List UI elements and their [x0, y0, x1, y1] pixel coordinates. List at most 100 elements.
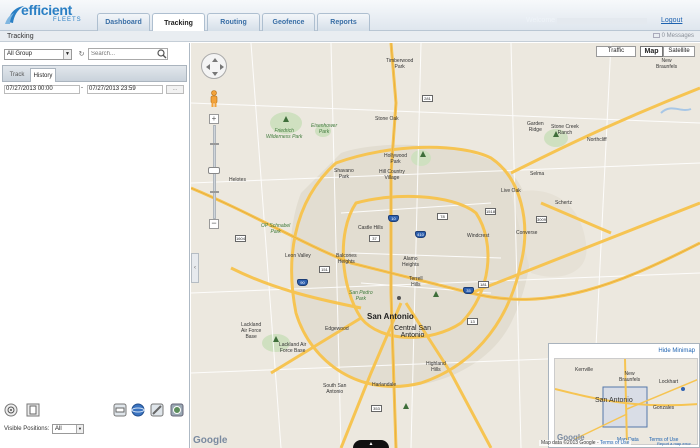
label-op-schnabel-park: OP Schnabel Park — [261, 223, 291, 235]
label-northcliff: Northcliff — [587, 137, 607, 143]
pan-control[interactable] — [201, 53, 227, 79]
google-logo[interactable]: Google — [193, 435, 227, 446]
minimap-label-gonzales: Gonzales — [653, 405, 675, 411]
export-icon[interactable] — [26, 403, 40, 417]
tab-track[interactable]: Track — [6, 68, 28, 82]
tab-history[interactable]: History — [30, 68, 56, 82]
label-hill-country-village: Hill Country Village — [379, 169, 405, 181]
mail-icon — [652, 33, 660, 38]
ruler-icon[interactable] — [150, 403, 164, 417]
welcome-text: Welcome — [526, 17, 556, 24]
highway-shield: 90 — [297, 279, 308, 286]
map-type-map-button[interactable]: Map — [640, 46, 663, 57]
highway-shield: 151 — [319, 266, 330, 273]
attribution-text: Map data ©2013 Google — [541, 440, 596, 446]
label-south-san-antonio: South San Antonio — [323, 383, 347, 395]
label-eisenhower-park: Eisenhower Park — [311, 123, 338, 135]
visible-positions-select[interactable]: All ▼ — [52, 424, 84, 434]
hide-minimap-link[interactable]: Hide Minimap — [658, 348, 695, 354]
highway-shield: 3009 — [536, 216, 547, 223]
logout-link[interactable]: Logout — [661, 17, 682, 24]
zoom-slider-handle[interactable] — [208, 167, 220, 174]
highway-shield: 181 — [478, 281, 489, 288]
zoom-tick — [210, 143, 219, 145]
search-input[interactable] — [88, 48, 168, 60]
label-garden-ridge: Garden Ridge — [527, 121, 544, 133]
visible-positions-value: All — [55, 426, 62, 432]
label-leon-valley: Leon Valley — [285, 253, 311, 259]
label-highland-hills: Highland Hills — [426, 361, 446, 373]
chevron-down-icon: ▼ — [76, 425, 83, 433]
report-map-error-link[interactable]: Report a map error — [657, 441, 691, 446]
section-title: Tracking — [7, 33, 34, 40]
label-schertz: Schertz — [555, 200, 572, 206]
chevron-down-icon: ▼ — [63, 50, 71, 59]
highway-shield: 13 — [467, 318, 478, 325]
traffic-button[interactable]: Traffic — [596, 46, 636, 57]
print-icon[interactable] — [113, 403, 127, 417]
tab-reports[interactable]: Reports — [317, 13, 370, 31]
messages-count: 0 Messages — [661, 33, 694, 39]
map-canvas[interactable]: Timberwood Park New Braunfels Stone Oak Ga… — [191, 43, 700, 448]
label-timberwood-park: Timberwood Park — [386, 58, 414, 70]
label-lackland-afb: Lackland Air Force Base — [279, 342, 307, 354]
overview-minimap[interactable]: Hide Minimap Kerrville New Braunfels Lock… — [548, 343, 700, 448]
highway-shield: 281 — [422, 95, 433, 102]
minimap-label-lockhart: Lockhart — [659, 379, 679, 385]
tab-dashboard[interactable]: Dashboard — [97, 13, 150, 31]
label-san-antonio: San Antonio — [367, 312, 414, 321]
layers-icon[interactable] — [170, 403, 184, 417]
label-friedrich-park: Friedrich Wilderness Park — [266, 128, 303, 140]
main-nav-tabs: Dashboard Tracking Routing Geofence Repo… — [97, 13, 372, 32]
tracking-side-panel: All Group ▼ ↻ Track History 07/27/2013 0… — [0, 43, 190, 448]
date-to-field[interactable]: 07/27/2013 23:59 — [87, 85, 163, 94]
street-view-pegman-icon[interactable] — [208, 90, 220, 108]
highway-shield: 1518 — [485, 208, 496, 215]
label-stone-creek-ranch: Stone Creek Ranch — [551, 124, 579, 136]
tab-tracking[interactable]: Tracking — [152, 13, 205, 32]
label-shavano-park: Shavano Park — [334, 168, 354, 180]
history-search-button[interactable]: ... — [166, 85, 184, 94]
label-central-san-antonio: Central San Antonio — [394, 325, 431, 339]
messages-indicator[interactable]: 0 Messages — [652, 33, 694, 39]
label-alamo-heights: Alamo Heights — [402, 256, 419, 268]
visible-positions-label: Visible Positions: — [4, 426, 50, 432]
minimap-label-new-braunfels: New Braunfels — [619, 371, 641, 383]
map-attribution: Map data ©2013 Google - Terms of Use — [539, 440, 632, 446]
highway-shield: 410 — [415, 231, 426, 238]
date-from-field[interactable]: 07/27/2013 00:00 — [4, 85, 80, 94]
search-icon[interactable] — [157, 49, 167, 59]
playback-icon[interactable] — [4, 403, 18, 417]
label-balcones-heights: Balcones Heights — [336, 253, 357, 265]
label-edgewood: Edgewood — [325, 326, 349, 332]
pan-arrows-icon — [206, 58, 224, 76]
label-terrell-hills: Terrell Hills — [409, 276, 423, 288]
tab-routing[interactable]: Routing — [207, 13, 260, 31]
highway-shield: 35 — [463, 287, 474, 294]
map-type-satellite-button[interactable]: Satellite — [663, 46, 695, 57]
tab-geofence[interactable]: Geofence — [262, 13, 315, 31]
label-castle-hills: Castle Hills — [358, 225, 384, 231]
efficient-fleets-logo[interactable]: efficient FLEETS — [4, 1, 94, 29]
globe-icon[interactable] — [131, 403, 145, 417]
date-separator: - — [81, 85, 83, 91]
expand-bottom-chevron-icon[interactable]: ▲ — [353, 440, 389, 448]
label-helotes: Helotes — [229, 177, 246, 183]
group-select[interactable]: All Group ▼ — [4, 49, 72, 60]
label-selma: Selma — [530, 171, 545, 177]
minimap-canvas[interactable]: Kerrville New Braunfels Lockhart San Anto… — [554, 358, 698, 445]
label-hollywood-park: Hollywood Park — [384, 153, 408, 165]
label-stone-oak: Stone Oak — [375, 116, 399, 122]
zoom-in-button[interactable]: + — [209, 114, 219, 124]
group-select-value: All Group — [7, 51, 33, 57]
highway-shield: 10 — [388, 215, 399, 222]
collapse-panel-chevron-icon[interactable]: ‹ — [191, 253, 199, 283]
panel-toolbar — [2, 403, 188, 421]
terms-of-use-link[interactable]: Terms of Use — [600, 440, 629, 446]
zoom-tick — [210, 191, 219, 193]
refresh-icon[interactable]: ↻ — [77, 49, 86, 60]
label-lackland: Lackland Air Force Base — [241, 322, 262, 340]
logo-subtitle: FLEETS — [53, 17, 82, 23]
zoom-out-button[interactable]: − — [209, 219, 219, 229]
label-harlandale: Harlandale — [372, 382, 397, 388]
